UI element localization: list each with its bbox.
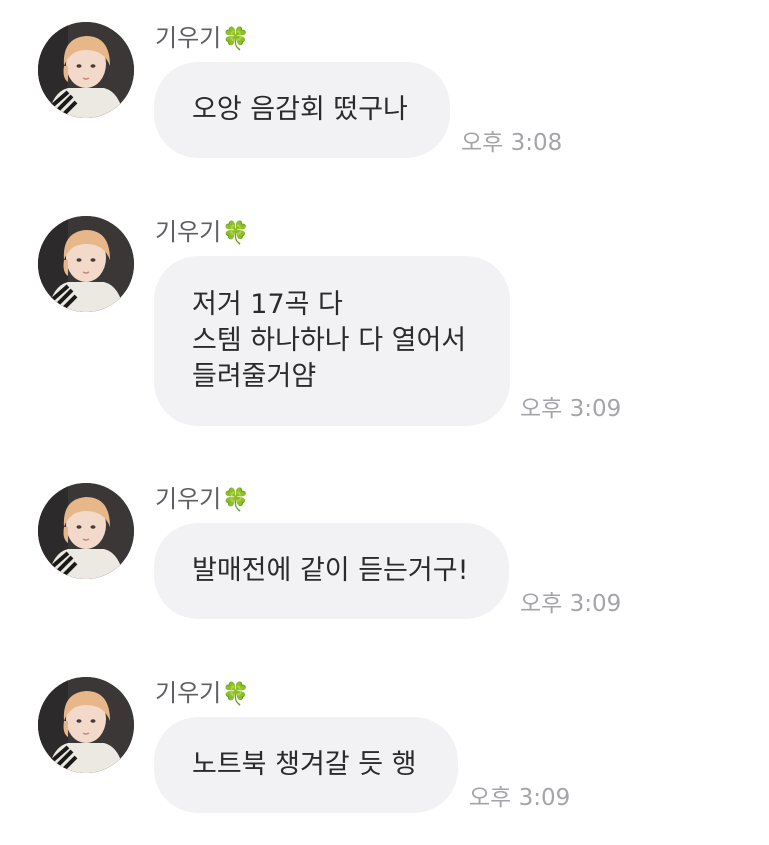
avatar[interactable] xyxy=(38,677,134,773)
clover-emoji: 🍀 xyxy=(222,221,250,246)
message-bubble[interactable]: 노트북 챙겨갈 듯 행 xyxy=(154,717,458,813)
sender-name-text: 기우기 xyxy=(155,679,222,707)
message-time: 오후 3:09 xyxy=(520,396,622,422)
message-text: 들려줄거얌 xyxy=(192,361,317,392)
message-bubble[interactable]: 오앙 음감회 떴구나 xyxy=(154,62,450,158)
sender-name-text: 기우기 xyxy=(155,485,222,513)
clover-emoji: 🍀 xyxy=(222,488,250,513)
message-bubble[interactable]: 저거 17곡 다 스템 하나하나 다 열어서 들려줄거얌 xyxy=(154,256,510,426)
message-text: 발매전에 같이 듣는거구! xyxy=(192,555,469,586)
avatar[interactable] xyxy=(38,216,134,312)
message-bubble[interactable]: 발매전에 같이 듣는거구! xyxy=(154,523,509,619)
message-time: 오후 3:08 xyxy=(461,130,563,156)
avatar[interactable] xyxy=(38,483,134,579)
message-text: 스템 하나하나 다 열어서 xyxy=(192,325,467,356)
message-text: 저거 17곡 다 xyxy=(192,289,343,320)
sender-name: 기우기🍀 xyxy=(155,485,250,515)
clover-emoji: 🍀 xyxy=(222,27,250,52)
message-time: 오후 3:09 xyxy=(469,785,571,811)
sender-name: 기우기🍀 xyxy=(155,679,250,709)
sender-name-text: 기우기 xyxy=(155,218,222,246)
message-text: 오앙 음감회 떴구나 xyxy=(192,94,408,125)
message-time: 오후 3:09 xyxy=(520,591,622,617)
sender-name: 기우기🍀 xyxy=(155,24,250,54)
sender-name: 기우기🍀 xyxy=(155,218,250,248)
sender-name-text: 기우기 xyxy=(155,24,222,52)
message-text: 노트북 챙겨갈 듯 행 xyxy=(192,749,417,780)
avatar[interactable] xyxy=(38,22,134,118)
clover-emoji: 🍀 xyxy=(222,682,250,707)
